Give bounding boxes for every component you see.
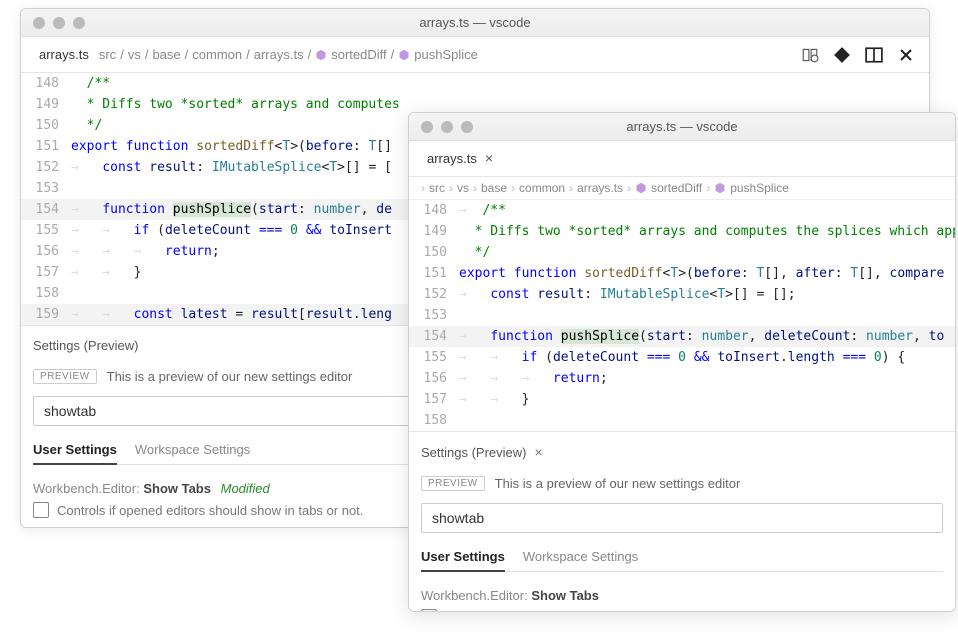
line-number: 148	[21, 73, 71, 94]
code-line[interactable]: 148 /**	[21, 73, 929, 94]
line-number: 153	[21, 178, 71, 199]
line-number: 154	[21, 199, 71, 220]
titlebar: arrays.ts — vscode	[409, 113, 955, 141]
preview-badge: PREVIEW	[33, 369, 97, 384]
code-line[interactable]: 155→ → if (deleteCount === 0 && toInsert…	[409, 347, 955, 368]
line-number: 156	[409, 368, 459, 389]
window-controls	[421, 121, 473, 133]
preview-text: This is a preview of our new settings ed…	[495, 476, 741, 491]
settings-search-input[interactable]	[421, 503, 943, 533]
line-number: 158	[21, 283, 71, 304]
setting-show-tabs: Workbench.Editor: Show Tabs ✓ Controls i…	[421, 572, 943, 612]
code-line[interactable]: 157→ → }	[409, 389, 955, 410]
line-number: 149	[409, 221, 459, 242]
close-editor-icon[interactable]	[897, 46, 915, 64]
code-editor[interactable]: 148→ /**149 * Diffs two *sorted* arrays …	[409, 200, 955, 431]
line-number: 157	[409, 389, 459, 410]
settings-title: Settings (Preview)	[421, 445, 526, 460]
symbol-icon	[315, 49, 327, 61]
close-window-button[interactable]	[33, 17, 45, 29]
editor-tabbar: arrays.ts src/ vs/ base/ common/ arrays.…	[21, 37, 929, 73]
maximize-window-button[interactable]	[461, 121, 473, 133]
line-number: 150	[409, 242, 459, 263]
maximize-window-button[interactable]	[73, 17, 85, 29]
window-title: arrays.ts — vscode	[21, 15, 929, 30]
tab-label: arrays.ts	[39, 47, 89, 62]
window-controls	[33, 17, 85, 29]
show-tabs-checkbox[interactable]: ✓	[421, 609, 437, 612]
code-line[interactable]: 154→ function pushSplice(start: number, …	[409, 326, 955, 347]
tab-arrays[interactable]: arrays.ts ×	[417, 141, 503, 177]
breadcrumb[interactable]: src/ vs/ base/ common/ arrays.ts/ sorted…	[99, 47, 478, 62]
code-line[interactable]: 152→ const result: IMutableSplice<T>[] =…	[409, 284, 955, 305]
code-line[interactable]: 158	[409, 410, 955, 431]
vscode-window-front: arrays.ts — vscode arrays.ts × ›src ›vs …	[408, 112, 956, 612]
window-title: arrays.ts — vscode	[409, 119, 955, 134]
editor-tabbar: arrays.ts ×	[409, 141, 955, 177]
close-tab-icon[interactable]: ×	[485, 150, 493, 166]
close-window-button[interactable]	[421, 121, 433, 133]
line-number: 157	[21, 262, 71, 283]
code-line[interactable]: 151export function sortedDiff<T>(before:…	[409, 263, 955, 284]
line-number: 153	[409, 305, 459, 326]
tab-arrays[interactable]: arrays.ts	[29, 37, 99, 73]
settings-panel: Settings (Preview) × PREVIEW This is a p…	[409, 431, 955, 612]
workspace-settings-tab[interactable]: Workspace Settings	[523, 543, 638, 571]
split-editor-icon[interactable]	[865, 46, 883, 64]
show-tabs-checkbox[interactable]	[33, 502, 49, 518]
editor-toolbar	[801, 46, 921, 64]
line-number: 149	[21, 94, 71, 115]
source-control-icon[interactable]	[833, 46, 851, 64]
minimize-window-button[interactable]	[53, 17, 65, 29]
user-settings-tab[interactable]: User Settings	[33, 436, 117, 465]
line-number: 159	[21, 304, 71, 325]
line-number: 152	[21, 157, 71, 178]
code-line[interactable]: 149 * Diffs two *sorted* arrays and comp…	[409, 221, 955, 242]
line-number: 151	[21, 136, 71, 157]
close-settings-icon[interactable]: ×	[534, 444, 542, 460]
preview-text: This is a preview of our new settings ed…	[107, 369, 353, 384]
breadcrumb[interactable]: ›src ›vs ›base ›common ›arrays.ts › sort…	[409, 177, 955, 200]
workspace-settings-tab[interactable]: Workspace Settings	[135, 436, 250, 464]
preview-badge: PREVIEW	[421, 476, 485, 491]
line-number: 155	[409, 347, 459, 368]
line-number: 152	[409, 284, 459, 305]
tab-label: arrays.ts	[427, 151, 477, 166]
user-settings-tab[interactable]: User Settings	[421, 543, 505, 572]
line-number: 158	[409, 410, 459, 431]
code-line[interactable]: 150 */	[409, 242, 955, 263]
line-number: 154	[409, 326, 459, 347]
settings-title: Settings (Preview)	[33, 338, 138, 353]
code-line[interactable]: 156→ → → return;	[409, 368, 955, 389]
line-number: 150	[21, 115, 71, 136]
symbol-icon	[398, 49, 410, 61]
code-line[interactable]: 153	[409, 305, 955, 326]
titlebar: arrays.ts — vscode	[21, 9, 929, 37]
symbol-icon	[635, 182, 647, 194]
line-number: 148	[409, 200, 459, 221]
line-number: 151	[409, 263, 459, 284]
line-number: 155	[21, 220, 71, 241]
modified-indicator: Modified	[221, 481, 270, 496]
minimize-window-button[interactable]	[441, 121, 453, 133]
code-line[interactable]: 148→ /**	[409, 200, 955, 221]
settings-tabs: User Settings Workspace Settings	[421, 543, 943, 572]
line-number: 156	[21, 241, 71, 262]
compare-icon[interactable]	[801, 46, 819, 64]
symbol-icon	[714, 182, 726, 194]
